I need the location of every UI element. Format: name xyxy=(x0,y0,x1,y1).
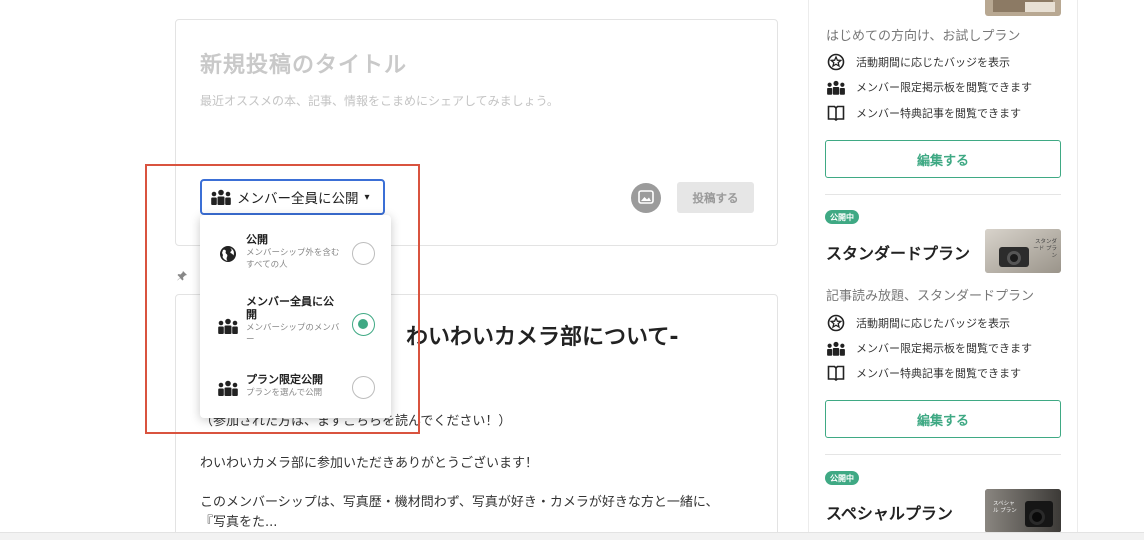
post-text-line: このメンバーシップは、写真歴・機材問わず、写真が好き・カメラが好きな方と一緒に、 xyxy=(200,495,719,510)
option-description: メンバーシップのメンバー xyxy=(246,323,340,345)
plan-thumbnail: スペシャル プラン xyxy=(985,489,1061,533)
option-description: プランを選んで公開 xyxy=(246,388,323,398)
plan-description: 記事読み放題、スタンダードプラン xyxy=(826,289,1035,304)
post-text-line: わいわいカメラ部に参加いただきありがとうございます！ xyxy=(200,456,539,471)
plan-name: スタンダードプラン xyxy=(826,244,971,263)
benefit-item: メンバー特典記事を閲覧できます xyxy=(826,364,1021,382)
option-label: 公開 xyxy=(246,233,268,246)
radio-members[interactable] xyxy=(352,313,375,336)
edit-plan-button[interactable]: 編集する xyxy=(825,140,1061,178)
post-button[interactable]: 投稿する xyxy=(677,182,754,213)
members-icon xyxy=(217,317,239,335)
divider xyxy=(825,194,1061,195)
members-icon xyxy=(826,78,846,96)
benefit-item: メンバー限定掲示板を閲覧できます xyxy=(826,339,1032,357)
book-icon xyxy=(826,104,846,122)
plan-thumb-text: スタンダード プラン xyxy=(1033,239,1057,259)
status-badge: 公開中 xyxy=(825,210,859,224)
badge-icon xyxy=(826,53,846,71)
status-badge: 公開中 xyxy=(825,471,859,485)
bottom-bar xyxy=(0,532,1144,540)
benefit-item: 活動期間に応じたバッジを表示 xyxy=(826,314,1010,332)
book-icon xyxy=(826,364,846,382)
visibility-menu: 公開 メンバーシップ外を含むすべての人 メンバー全員に公開 メンバーシップのメン… xyxy=(200,215,391,418)
divider xyxy=(825,454,1061,455)
benefit-item: メンバー特典記事を閲覧できます xyxy=(826,104,1021,122)
option-label: メンバー全員に公開 xyxy=(246,295,334,321)
benefit-item: 活動期間に応じたバッジを表示 xyxy=(826,53,1010,71)
plan-thumbnail: スタンダード プラン xyxy=(985,229,1061,273)
visibility-option-members[interactable]: メンバー全員に公開 メンバーシップのメンバー xyxy=(200,293,391,357)
members-icon xyxy=(210,189,232,205)
radio-public[interactable] xyxy=(352,242,375,265)
option-description: メンバーシップ外を含むすべての人 xyxy=(246,248,340,270)
visibility-label: メンバー全員に公開 xyxy=(237,191,359,207)
members-icon xyxy=(217,379,239,397)
visibility-option-plan-limited[interactable]: プラン限定公開 プランを選んで公開 xyxy=(200,372,391,404)
plan-description: はじめての方向け、お試しプラン xyxy=(826,29,1021,44)
plan-thumbnail xyxy=(985,0,1061,16)
post-text-line: 『写真をた... xyxy=(200,515,278,530)
option-label: プラン限定公開 xyxy=(246,373,323,386)
radio-plan-limited[interactable] xyxy=(352,376,375,399)
globe-icon xyxy=(217,245,239,263)
visibility-option-public[interactable]: 公開 メンバーシップ外を含むすべての人 xyxy=(200,231,391,281)
visibility-dropdown-button[interactable]: メンバー全員に公開 ▾ xyxy=(200,179,385,215)
post-title-input[interactable]: 新規投稿のタイトル xyxy=(200,47,407,79)
image-icon xyxy=(638,189,654,208)
plan-name: スペシャルプラン xyxy=(826,504,953,523)
image-upload-button[interactable] xyxy=(631,183,661,213)
post-body-input[interactable]: 最近オススメの本、記事、情報をこまめにシェアしてみましょう。 xyxy=(200,92,559,109)
plan-thumb-text: スペシャル プラン xyxy=(993,501,1017,514)
benefit-item: メンバー限定掲示板を閲覧できます xyxy=(826,78,1032,96)
members-icon xyxy=(826,339,846,357)
badge-icon xyxy=(826,314,846,332)
chevron-down-icon: ▾ xyxy=(364,191,370,203)
pin-icon xyxy=(176,270,188,285)
edit-plan-button[interactable]: 編集する xyxy=(825,400,1061,438)
page: 新規投稿のタイトル 最近オススメの本、記事、情報をこまめにシェアしてみましょう。… xyxy=(0,0,1144,540)
